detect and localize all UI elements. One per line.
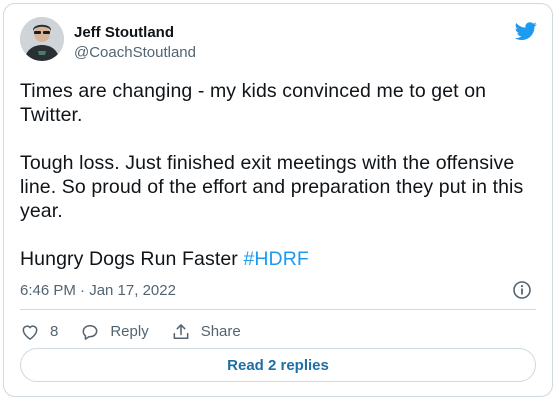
like-button[interactable]: 8 (20, 322, 58, 342)
author-name[interactable]: Jeff Stoutland (74, 24, 174, 41)
divider (20, 309, 536, 310)
heart-icon (22, 325, 38, 340)
tweet-paragraph: Hungry Dogs Run Faster #HDRF (20, 247, 540, 271)
tweet-paragraph: Tough loss. Just finished exit meetings … (20, 152, 524, 222)
tweet-closing-text: Hungry Dogs Run Faster (20, 248, 244, 270)
tweet-paragraph: Times are changing - my kids convinced m… (20, 80, 487, 126)
reply-label: Reply (110, 323, 149, 340)
speech-bubble-icon (82, 325, 98, 340)
share-button[interactable]: Share (171, 322, 241, 342)
read-replies-button[interactable]: Read 2 replies (20, 348, 536, 382)
author-handle[interactable]: @CoachStoutland (74, 44, 196, 61)
reply-button[interactable]: Reply (80, 322, 149, 342)
tweet-text: Times are changing - my kids convinced m… (20, 79, 540, 271)
info-icon[interactable] (512, 280, 532, 300)
twitter-bird-icon[interactable] (514, 20, 538, 42)
hashtag-link[interactable]: #HDRF (243, 248, 309, 270)
avatar[interactable] (20, 17, 64, 61)
tweet-card[interactable]: Jeff Stoutland @CoachStoutland Times are… (3, 3, 553, 397)
share-icon (173, 324, 189, 339)
share-label: Share (200, 323, 241, 340)
tweet-timestamp[interactable]: 6:46 PM · Jan 17, 2022 (20, 282, 176, 299)
like-count: 8 (50, 323, 59, 340)
action-bar: 8 Reply Share (20, 320, 263, 344)
